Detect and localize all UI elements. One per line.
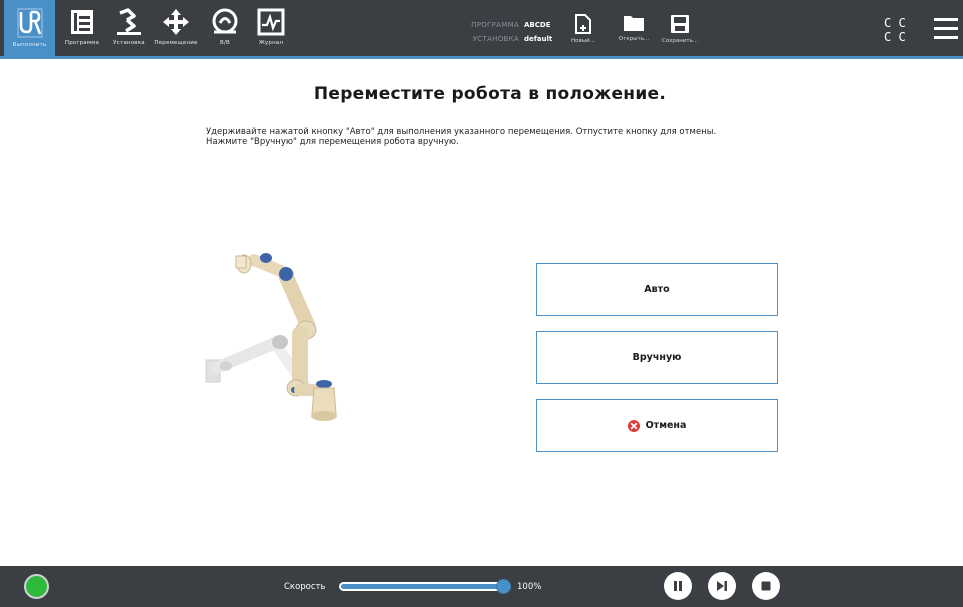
instruction-line-1: Удерживайте нажатой кнопку "Авто" для вы… xyxy=(206,127,717,137)
tab-log-label: Журнал xyxy=(258,40,284,46)
open-file-button[interactable]: Открыть... xyxy=(612,0,656,56)
io-icon xyxy=(212,8,238,34)
speed-slider-fill xyxy=(341,584,509,589)
tab-program[interactable]: Программа xyxy=(57,0,107,56)
speed-value: 100% xyxy=(517,582,542,592)
robot-move-screen: Выполнить Программа Установка Перемещени… xyxy=(0,0,963,607)
log-icon xyxy=(257,8,285,36)
page-title: Переместите робота в положение. xyxy=(313,84,667,104)
stop-button[interactable] xyxy=(752,572,780,600)
tab-io-label: В/В xyxy=(220,40,230,46)
top-bar: Выполнить Программа Установка Перемещени… xyxy=(0,0,963,59)
speed-label: Скорость xyxy=(284,582,326,592)
cancel-button-label: Отмена xyxy=(645,420,687,431)
step-icon xyxy=(717,581,727,591)
tab-log[interactable]: Журнал xyxy=(249,0,293,56)
save-file-button[interactable]: Сохранить... xyxy=(656,0,704,56)
auto-button-label: Авто xyxy=(644,284,670,295)
program-name: ABCDE xyxy=(524,21,551,29)
speed-slider[interactable] xyxy=(339,579,511,594)
new-file-button[interactable]: Новый... xyxy=(566,0,600,56)
cc-top: C C xyxy=(884,16,906,30)
cancel-x-icon xyxy=(627,419,640,432)
save-icon xyxy=(671,15,689,33)
cc-bottom: C C xyxy=(884,30,906,44)
open-file-label: Открыть... xyxy=(618,36,650,42)
pause-button[interactable] xyxy=(664,572,692,600)
tab-installation-label: Установка xyxy=(113,40,145,46)
new-file-icon xyxy=(575,14,591,34)
installation-icon xyxy=(117,8,141,35)
ur-logo-icon xyxy=(17,8,42,38)
pause-icon xyxy=(674,581,682,591)
tab-run-label: Выполнить xyxy=(12,42,47,48)
tab-move[interactable]: Перемещение xyxy=(151,0,201,56)
step-button[interactable] xyxy=(708,572,736,600)
power-status-icon[interactable] xyxy=(24,574,49,599)
tab-move-label: Перемещение xyxy=(154,40,198,46)
robot-arm-illustration xyxy=(205,253,337,421)
control-indicator: C C C C xyxy=(884,16,906,44)
tab-installation[interactable]: Установка xyxy=(107,0,151,56)
tab-run[interactable]: Выполнить xyxy=(4,0,55,56)
save-file-label: Сохранить... xyxy=(661,38,699,44)
stop-icon xyxy=(761,581,771,591)
speed-slider-knob[interactable] xyxy=(496,579,511,594)
new-file-label: Новый... xyxy=(571,38,595,44)
folder-icon xyxy=(624,16,644,31)
hamburger-menu-icon[interactable] xyxy=(934,18,958,40)
program-info: ПРОГРАММА ABCDE УСТАНОВКА default xyxy=(462,18,552,46)
auto-button[interactable]: Авто xyxy=(536,263,778,316)
program-icon xyxy=(71,10,93,34)
tab-io[interactable]: В/В xyxy=(203,0,247,56)
manual-button[interactable]: Вручную xyxy=(536,331,778,384)
instruction-text: Удерживайте нажатой кнопку "Авто" для вы… xyxy=(206,127,716,147)
cancel-button[interactable]: Отмена xyxy=(536,399,778,452)
installation-name: default xyxy=(524,35,553,43)
program-key: ПРОГРАММА xyxy=(471,21,519,29)
move-icon xyxy=(163,9,189,35)
bottom-bar: Скорость 100% xyxy=(0,566,963,607)
manual-button-label: Вручную xyxy=(632,352,682,363)
installation-key: УСТАНОВКА xyxy=(472,35,519,43)
tab-program-label: Программа xyxy=(64,40,100,46)
instruction-line-2: Нажмите "Вручную" для перемещения робота… xyxy=(206,137,459,147)
